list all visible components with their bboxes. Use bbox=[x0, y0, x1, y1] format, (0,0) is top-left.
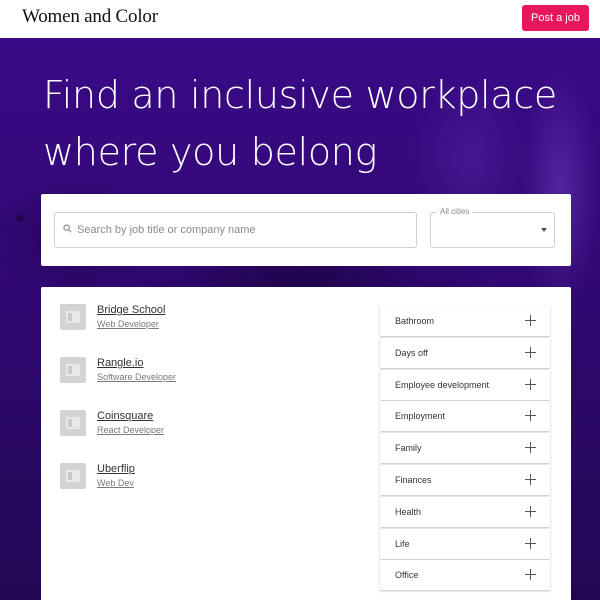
plus-icon[interactable] bbox=[525, 315, 536, 326]
plus-icon[interactable] bbox=[525, 442, 536, 454]
filter-employment[interactable]: Employment bbox=[380, 401, 550, 432]
filter-finances[interactable]: Finances bbox=[380, 464, 550, 495]
hero-headline: Find an inclusive workplace where you be… bbox=[43, 67, 583, 181]
company-item[interactable]: Rangle.io Software Developer bbox=[60, 357, 360, 410]
search-input[interactable] bbox=[77, 213, 412, 247]
headline-line-1: Find an inclusive workplace bbox=[43, 73, 557, 117]
company-item[interactable]: Uberflip Web Dev bbox=[60, 463, 360, 516]
headline-line-2: where you belong bbox=[43, 130, 378, 174]
company-name-link[interactable]: Coinsquare bbox=[97, 410, 153, 422]
company-list: Bridge School Web Developer Rangle.io So… bbox=[60, 304, 360, 516]
filter-label: Bathroom bbox=[395, 316, 435, 326]
filter-label: Life bbox=[395, 538, 410, 549]
company-role-link[interactable]: Web Dev bbox=[97, 478, 134, 488]
plus-icon[interactable] bbox=[525, 410, 536, 422]
filter-employee-development[interactable]: Employee development bbox=[380, 369, 550, 400]
company-logo-placeholder-icon bbox=[60, 304, 86, 330]
site-logo[interactable]: Women and Color bbox=[22, 6, 158, 28]
filter-label: Family bbox=[395, 443, 422, 454]
filter-life[interactable]: Life bbox=[380, 528, 550, 559]
search-field[interactable] bbox=[54, 212, 417, 248]
company-logo-placeholder-icon bbox=[60, 410, 86, 436]
chevron-down-icon bbox=[541, 228, 547, 232]
plus-icon[interactable] bbox=[525, 378, 536, 390]
top-nav: Women and Color Post a job bbox=[0, 0, 600, 38]
plus-icon[interactable] bbox=[525, 537, 536, 549]
company-item[interactable]: Coinsquare React Developer bbox=[60, 410, 360, 463]
filter-family[interactable]: Family bbox=[380, 433, 550, 464]
filter-bathroom[interactable]: Bathroom bbox=[380, 306, 550, 336]
filter-label: Employee development bbox=[395, 379, 490, 390]
plus-icon[interactable] bbox=[525, 473, 536, 485]
filter-label: Days off bbox=[395, 347, 428, 358]
filter-days-off[interactable]: Days off bbox=[380, 337, 550, 368]
filter-label: Employment bbox=[395, 411, 446, 422]
company-role-link[interactable]: React Developer bbox=[97, 425, 164, 435]
company-logo-placeholder-icon bbox=[60, 463, 86, 489]
plus-icon[interactable] bbox=[525, 346, 536, 358]
company-name-link[interactable]: Rangle.io bbox=[97, 357, 143, 369]
results-card: Bridge School Web Developer Rangle.io So… bbox=[41, 287, 571, 600]
filter-label: Health bbox=[395, 506, 422, 517]
filter-office[interactable]: Office bbox=[380, 560, 550, 591]
company-role-link[interactable]: Web Developer bbox=[97, 319, 159, 329]
city-select-label: All cities bbox=[437, 207, 473, 216]
city-select[interactable]: All cities bbox=[430, 207, 555, 248]
filter-label: Finances bbox=[395, 474, 432, 485]
company-logo-placeholder-icon bbox=[60, 357, 86, 383]
hero-banner: Find an inclusive workplace where you be… bbox=[0, 38, 600, 600]
plus-icon[interactable] bbox=[525, 569, 536, 581]
post-job-button[interactable]: Post a job bbox=[522, 5, 589, 31]
company-name-link[interactable]: Uberflip bbox=[97, 463, 135, 475]
search-icon bbox=[63, 224, 72, 233]
filter-health[interactable]: Health bbox=[380, 496, 550, 527]
plus-icon[interactable] bbox=[525, 505, 536, 517]
company-role-link[interactable]: Software Developer bbox=[97, 372, 176, 382]
search-card: All cities bbox=[41, 194, 571, 266]
filter-accordion: Bathroom Days off Employee development E… bbox=[380, 306, 550, 592]
company-item[interactable]: Bridge School Web Developer bbox=[60, 304, 360, 357]
filter-label: Office bbox=[395, 570, 419, 581]
company-name-link[interactable]: Bridge School bbox=[97, 304, 166, 316]
